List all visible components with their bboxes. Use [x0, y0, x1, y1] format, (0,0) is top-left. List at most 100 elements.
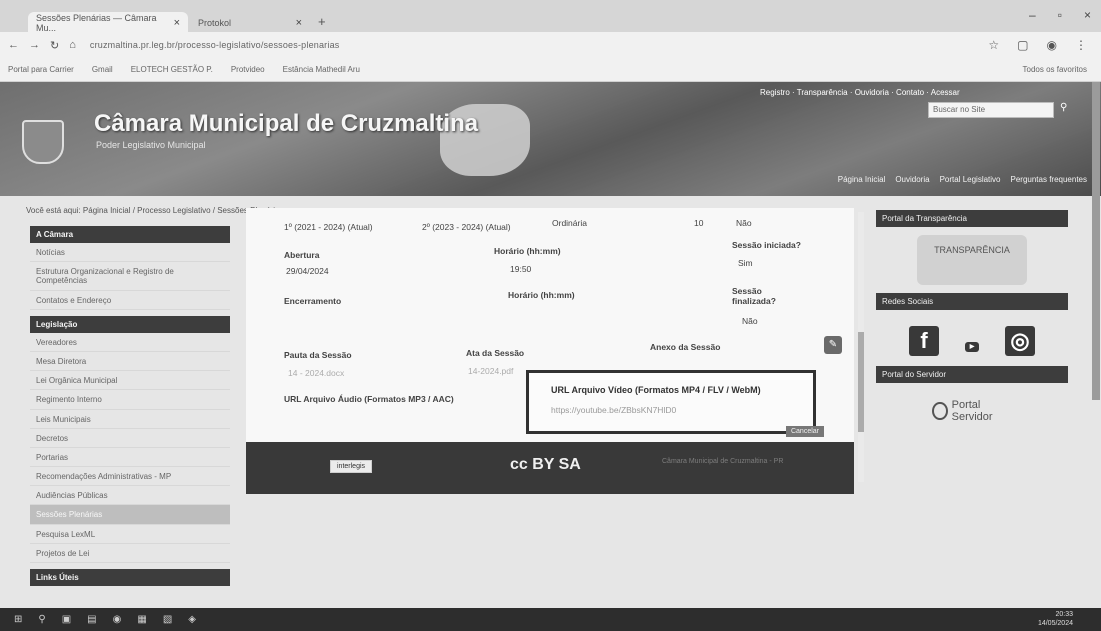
close-tab-icon[interactable]: ×	[296, 17, 302, 29]
bookmark-item[interactable]: Gmail	[92, 65, 113, 74]
menu-item[interactable]: Portal Legislativo	[940, 175, 1001, 184]
tab-bar: Sessões Plenárias — Câmara Mu... × Proto…	[0, 0, 1101, 34]
sidebar-head-legislacao: Legislação	[30, 315, 230, 333]
ata-file[interactable]: 14-2024.pdf	[468, 366, 513, 376]
bookmark-item[interactable]: Protvideo	[231, 65, 265, 74]
bookmark-star-icon[interactable]: ☆	[988, 38, 999, 52]
iniciada-label: Sessão iniciada?	[732, 240, 801, 250]
task-view-icon[interactable]: ▣	[62, 614, 71, 625]
sidebar-item[interactable]: Audiências Públicas	[30, 486, 230, 506]
site-title[interactable]: Câmara Municipal de Cruzmaltina	[94, 110, 478, 138]
panel-scrollbar[interactable]	[858, 212, 864, 482]
search-icon[interactable]: ⚲	[1060, 102, 1067, 113]
sidebar-head-camara: A Câmara	[30, 226, 230, 243]
sidebar-item[interactable]: Decretos	[30, 429, 230, 448]
transparency-head: Portal da Transparência	[876, 210, 1068, 227]
horario-value[interactable]: 19:50	[510, 264, 531, 274]
forward-icon[interactable]: →	[29, 39, 40, 52]
sidebar-item-selected[interactable]: Sessões Plenárias	[30, 505, 230, 525]
coat-of-arms-logo[interactable]	[22, 120, 64, 164]
scroll-thumb[interactable]	[858, 332, 864, 432]
tab-label: Protokol	[198, 18, 232, 28]
sidebar-item[interactable]: Leis Municipais	[30, 410, 230, 429]
browser-icon[interactable]: ◉	[113, 614, 122, 625]
sidebar-item[interactable]: Contatos e Endereço	[30, 291, 230, 310]
home-icon[interactable]: ⌂	[69, 39, 76, 52]
portal-label: Portal Servidor	[951, 399, 993, 423]
session-type-value: Ordinária	[552, 218, 587, 228]
video-url-value[interactable]: https://youtube.be/ZBbsKN7HlD0	[551, 405, 676, 415]
profile-icon[interactable]: ◉	[1047, 38, 1057, 52]
portal-icon	[932, 402, 948, 420]
interlegis-logo[interactable]: interlegis	[330, 460, 373, 473]
sidebar-item[interactable]: Notícias	[30, 243, 230, 263]
reload-icon[interactable]: ↻	[50, 39, 59, 52]
tab-label: Sessões Plenárias — Câmara Mu...	[36, 13, 157, 33]
bookmark-item[interactable]: Estância Mathedil Aru	[283, 65, 360, 74]
transparency-badge[interactable]: TRANSPARÊNCIA	[917, 235, 1027, 285]
bookmark-item[interactable]: Portal para Carrier	[8, 65, 74, 74]
tab-protokol[interactable]: Protokol ×	[190, 12, 310, 34]
sidebar-item[interactable]: Regimento Interno	[30, 390, 230, 410]
new-tab-icon[interactable]: +	[318, 14, 326, 29]
app-icon[interactable]: ▧	[163, 614, 172, 625]
breadcrumb[interactable]: Você está aqui: Página Inicial / Process…	[26, 206, 283, 215]
extensions-icon[interactable]: ▢	[1017, 38, 1028, 52]
tab-sessoes[interactable]: Sessões Plenárias — Câmara Mu... ×	[28, 12, 188, 34]
youtube-icon[interactable]: ▶	[965, 342, 979, 352]
social-head: Redes Sociais	[876, 293, 1068, 310]
finalizada-value[interactable]: Não	[742, 316, 758, 326]
menu-icon[interactable]: ⋮	[1075, 38, 1087, 52]
abertura-value[interactable]: 29/04/2024	[286, 266, 329, 276]
iniciada-value[interactable]: Sim	[738, 258, 753, 268]
site-search-input[interactable]: Buscar no Site	[928, 102, 1054, 118]
social-links: f ▶ ◎	[876, 326, 1068, 356]
file-explorer-icon[interactable]: ▤	[87, 614, 96, 625]
screenshot: Sessões Plenárias — Câmara Mu... × Proto…	[0, 0, 1101, 631]
sessao-action-button[interactable]: ✎	[824, 336, 842, 354]
cancel-button[interactable]: Cancelar	[785, 426, 824, 437]
back-icon[interactable]: ←	[8, 39, 19, 52]
facebook-icon[interactable]: f	[909, 326, 939, 356]
sidebar-item[interactable]: Projetos de Lei	[30, 544, 230, 563]
minimize-icon[interactable]: –	[1029, 8, 1036, 22]
right-sidebar: Portal da Transparência TRANSPARÊNCIA Re…	[876, 206, 1068, 439]
sidebar-item[interactable]: Vereadores	[30, 333, 230, 352]
portal-servidor-link[interactable]: Portal Servidor	[932, 399, 1012, 423]
start-icon[interactable]: ⊞	[14, 614, 22, 625]
page-scroll-thumb[interactable]	[1092, 82, 1100, 400]
clock-date: 14/05/2024	[1037, 619, 1073, 627]
sidebar-item[interactable]: Lei Orgânica Municipal	[30, 371, 230, 391]
top-links[interactable]: Registro · Transparência · Ouvidoria · C…	[760, 88, 960, 97]
maximize-icon[interactable]: ▫	[1058, 8, 1062, 22]
session-number-value: 10	[694, 218, 704, 228]
menu-item[interactable]: Página Inicial	[838, 175, 886, 184]
period1-value: 1º (2021 - 2024) (Atual)	[284, 222, 373, 232]
url-field[interactable]: cruzmaltina.pr.leg.br/processo-legislati…	[90, 40, 340, 50]
pauta-file[interactable]: 14 - 2024.docx	[288, 368, 344, 378]
window-controls: – ▫ ×	[1029, 8, 1091, 22]
sidebar-item[interactable]: Portarias	[30, 448, 230, 468]
creative-commons-icon[interactable]: cc BY SA	[510, 456, 581, 474]
sidebar-item[interactable]: Estrutura Organizacional e Registro de C…	[30, 262, 230, 291]
bookmark-item[interactable]: ELOTECH GESTÃO P.	[131, 65, 213, 74]
bookmarks-bar: Portal para Carrier Gmail ELOTECH GESTÃO…	[0, 58, 1101, 82]
system-clock[interactable]: 20:33 14/05/2024	[1038, 611, 1073, 628]
address-actions: ☆ ▢ ◉ ⋮	[988, 38, 1087, 52]
sidebar-item[interactable]: Mesa Diretora	[30, 352, 230, 372]
search-icon[interactable]: ⚲	[38, 614, 45, 625]
menu-item[interactable]: Ouvidoria	[895, 175, 929, 184]
app-icon[interactable]: ▦	[137, 614, 146, 625]
sidebar-item[interactable]: Pesquisa LexML	[30, 525, 230, 544]
close-tab-icon[interactable]: ×	[174, 17, 180, 29]
all-bookmarks[interactable]: Todos os favoritos	[1023, 65, 1087, 74]
sidebar-item[interactable]: Recomendações Administrativas - MP	[30, 467, 230, 487]
menu-item[interactable]: Perguntas frequentes	[1011, 175, 1088, 184]
page-scrollbar[interactable]	[1092, 82, 1100, 400]
top-no-value: Não	[736, 218, 752, 228]
site-banner: Câmara Municipal de Cruzmaltina Poder Le…	[0, 82, 1101, 196]
instagram-icon[interactable]: ◎	[1005, 326, 1035, 356]
close-window-icon[interactable]: ×	[1084, 8, 1091, 22]
ata-label: Ata da Sessão	[466, 348, 525, 358]
app-icon[interactable]: ◈	[188, 614, 196, 625]
